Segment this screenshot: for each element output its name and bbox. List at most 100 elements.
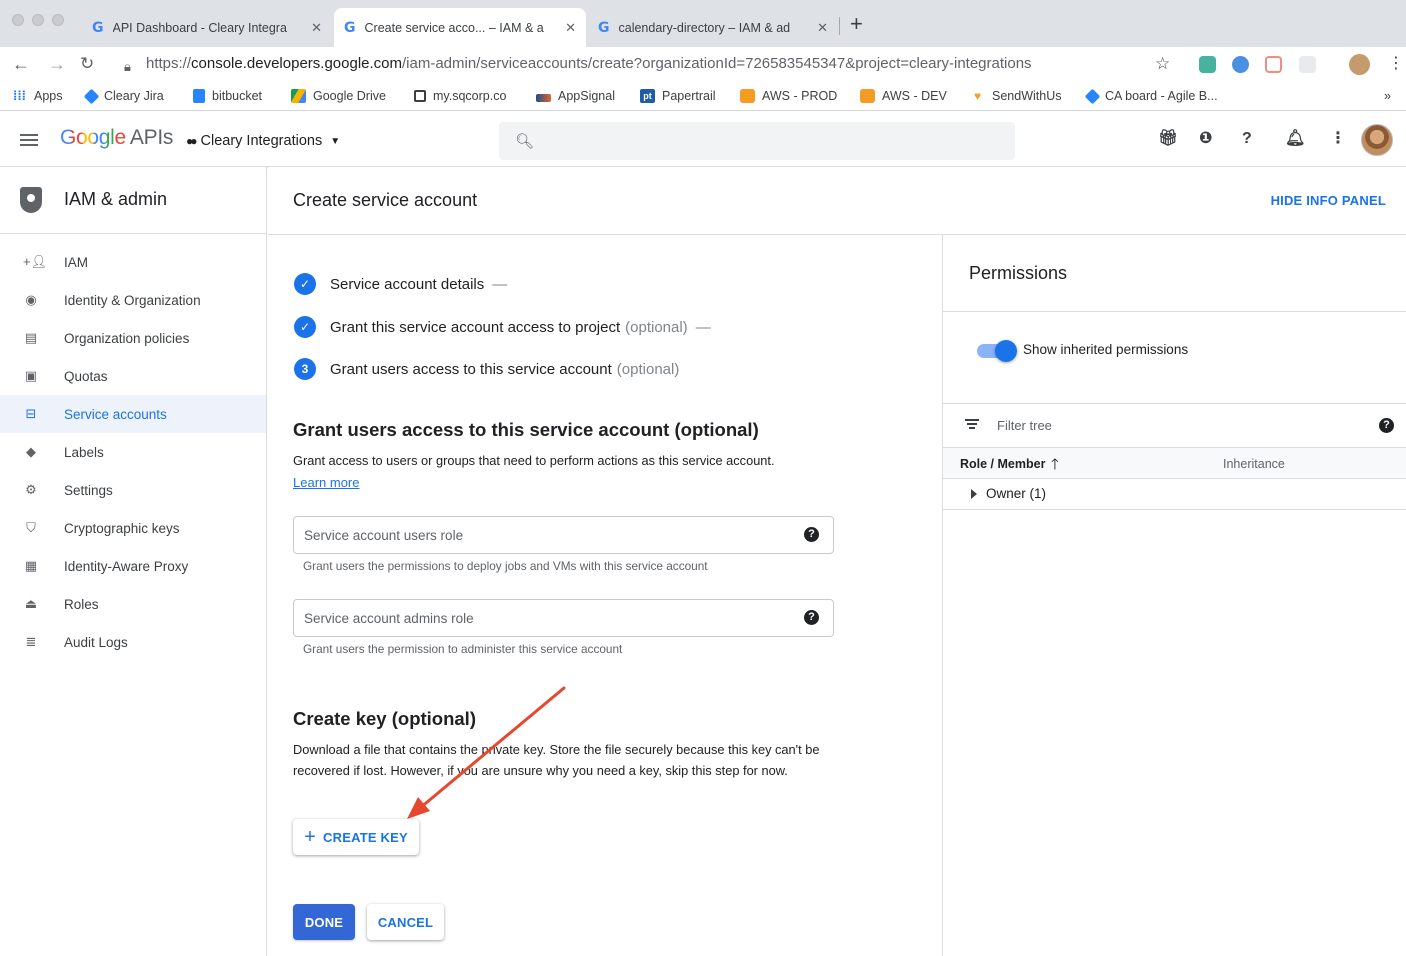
reload-icon[interactable]: ↻ <box>80 55 94 73</box>
toggle-knob <box>995 340 1017 362</box>
gift-icon[interactable]: 🎁︎ <box>1158 131 1178 147</box>
bookmark-item[interactable]: AWS - PROD <box>740 89 837 103</box>
sidebar-item-labels[interactable]: ◆ Labels <box>0 433 266 471</box>
tab-close-icon[interactable]: ✕ <box>565 20 576 36</box>
bookmark-item[interactable]: Cleary Jira <box>83 88 164 104</box>
iam-shield-icon <box>20 187 42 213</box>
window-minimize-button[interactable] <box>32 14 44 26</box>
browser-menu-icon[interactable]: ⋮ <box>1388 55 1404 73</box>
create-service-account-form: ✓ Service account details — ✓ Grant this… <box>268 235 942 956</box>
sidebar-item-settings[interactable]: ⚙ Settings <box>0 471 266 509</box>
sidebar-item-audit-logs[interactable]: ≣ Audit Logs <box>0 623 266 661</box>
sidebar-item-label: Identity-Aware Proxy <box>64 558 189 574</box>
sidebar-item-organization-policies[interactable]: ▤ Organization policies <box>0 319 266 357</box>
url-path: /iam-admin/serviceaccounts/create?organi… <box>402 55 1032 72</box>
jira-icon <box>83 88 100 104</box>
tree-row-owner[interactable]: Owner (1) <box>943 479 1406 510</box>
bookmark-item[interactable]: ♥ SendWithUs <box>970 89 1062 103</box>
filter-icon <box>965 419 979 430</box>
tab-close-icon[interactable]: ✕ <box>311 20 322 36</box>
service-account-admins-role-field[interactable]: Service account admins role ? <box>293 599 834 637</box>
learn-more-link[interactable]: Learn more <box>293 475 359 490</box>
expand-triangle-icon[interactable] <box>971 489 977 499</box>
bookmark-label: AppSignal <box>558 89 615 103</box>
lock-icon[interactable]: 🔒︎ <box>124 58 131 76</box>
search-input[interactable]: 🔍︎ <box>499 122 1015 160</box>
sidebar-item-roles[interactable]: ⏏ Roles <box>0 585 266 623</box>
bookmark-item[interactable]: AppSignal <box>536 89 615 103</box>
create-key-description: Download a file that contains the privat… <box>293 742 820 778</box>
window-close-button[interactable] <box>12 14 24 26</box>
help-icon[interactable]: ? <box>804 610 819 625</box>
permissions-table-header: Role / Member 🡑 Inheritance <box>943 447 1406 479</box>
sidebar-item-identity-organization[interactable]: ◉ Identity & Organization <box>0 281 266 319</box>
google-favicon-icon: G <box>598 19 610 36</box>
project-dots-icon: ●● <box>186 134 197 148</box>
bookmark-item[interactable]: pt Papertrail <box>640 89 716 103</box>
hamburger-menu-icon[interactable] <box>20 134 38 146</box>
bookmark-apps[interactable]: ⁞⁞⁞ Apps <box>12 89 63 104</box>
bookmark-label: AWS - PROD <box>762 89 838 103</box>
bookmark-label: Cleary Jira <box>104 89 164 103</box>
field-placeholder: Service account admins role <box>304 611 474 626</box>
sort-ascending-icon[interactable]: 🡑 <box>1051 454 1059 479</box>
step-number-badge: 3 <box>294 358 316 380</box>
extension-icon[interactable] <box>1232 56 1249 73</box>
browser-tab-active[interactable]: G Create service acco... – IAM & a ✕ <box>334 8 586 47</box>
aws-cube-icon <box>860 89 875 103</box>
sidebar-item-label: Quotas <box>64 368 108 384</box>
browser-tab[interactable]: G API Dashboard - Cleary Integra ✕ <box>82 8 332 47</box>
back-arrow-icon[interactable]: ← <box>12 55 30 73</box>
bookmarks-overflow-button[interactable]: » <box>1384 89 1391 103</box>
show-inherited-permissions-toggle[interactable] <box>977 339 1017 362</box>
page-header: Create service account HIDE INFO PANEL <box>268 167 1406 235</box>
sidebar-item-cryptographic-keys[interactable]: ⛉ Cryptographic keys <box>0 509 266 547</box>
filter-tree-input[interactable]: Filter tree <box>997 418 1052 433</box>
more-vert-icon[interactable]: ⋮ <box>1330 131 1346 147</box>
stepper-step-3: 3 Grant users access to this service acc… <box>294 358 679 380</box>
url-field[interactable]: https://console.developers.google.com/ia… <box>146 55 1032 72</box>
google-apis-logo[interactable]: Google APIs <box>60 126 173 150</box>
cancel-button[interactable]: CANCEL <box>367 904 444 940</box>
help-icon[interactable]: ? <box>1242 131 1252 147</box>
url-scheme: https:// <box>146 55 192 72</box>
bookmark-item[interactable]: CA board - Agile B... <box>1084 88 1218 104</box>
bookmark-label: bitbucket <box>212 89 263 103</box>
sidebar-item-quotas[interactable]: ▣ Quotas <box>0 357 266 395</box>
done-button[interactable]: DONE <box>293 904 355 940</box>
profile-avatar-icon[interactable] <box>1349 54 1370 75</box>
user-avatar[interactable] <box>1361 124 1393 156</box>
bookmark-item[interactable]: Google Drive <box>291 89 386 103</box>
bookmark-item[interactable]: AWS - DEV <box>860 89 947 103</box>
help-icon[interactable]: ? <box>1379 418 1394 433</box>
service-account-users-role-field[interactable]: Service account users role ? <box>293 516 834 554</box>
sidebar-item-service-accounts[interactable]: ⊟ Service accounts <box>0 395 266 433</box>
column-header-role-member[interactable]: Role / Member <box>960 457 1045 471</box>
sidebar-item-iam[interactable]: +👤︎ IAM <box>0 243 266 281</box>
check-circle-icon: ✓ <box>294 316 316 338</box>
bookmark-item[interactable]: my.sqcorp.co <box>414 89 506 103</box>
bookmark-star-icon[interactable]: ☆ <box>1155 55 1170 73</box>
step-label: Grant this service account access to pro… <box>330 318 621 336</box>
help-icon[interactable]: ? <box>804 527 819 542</box>
quota-icon: ▣ <box>24 368 38 383</box>
sidebar-item-identity-aware-proxy[interactable]: ▦ Identity-Aware Proxy <box>0 547 266 585</box>
bookmark-item[interactable]: bitbucket <box>193 89 262 103</box>
key-shield-icon: ⛉ <box>26 520 36 535</box>
tab-close-icon[interactable]: ✕ <box>817 20 828 36</box>
browser-tab[interactable]: G calendary-directory – IAM & ad ✕ <box>588 8 838 47</box>
forward-arrow-icon[interactable]: → <box>48 55 66 73</box>
extension-icon[interactable] <box>1299 56 1316 73</box>
feedback-icon[interactable]: ❶ <box>1199 131 1213 147</box>
step-separator: — <box>492 275 508 293</box>
create-key-button[interactable]: + CREATE KEY <box>293 819 419 855</box>
hide-info-panel-button[interactable]: HIDE INFO PANEL <box>1271 193 1386 208</box>
extension-icon[interactable] <box>1199 56 1216 73</box>
page-title: Create service account <box>293 190 478 210</box>
extension-icon[interactable] <box>1265 56 1282 73</box>
google-favicon-icon: G <box>92 19 104 36</box>
new-tab-plus-icon[interactable]: + <box>850 13 863 35</box>
project-selector[interactable]: ●● Cleary Integrations ▼ <box>186 133 340 149</box>
window-zoom-button[interactable] <box>52 14 64 26</box>
notifications-bell-icon[interactable]: 🔔︎ <box>1285 131 1305 147</box>
